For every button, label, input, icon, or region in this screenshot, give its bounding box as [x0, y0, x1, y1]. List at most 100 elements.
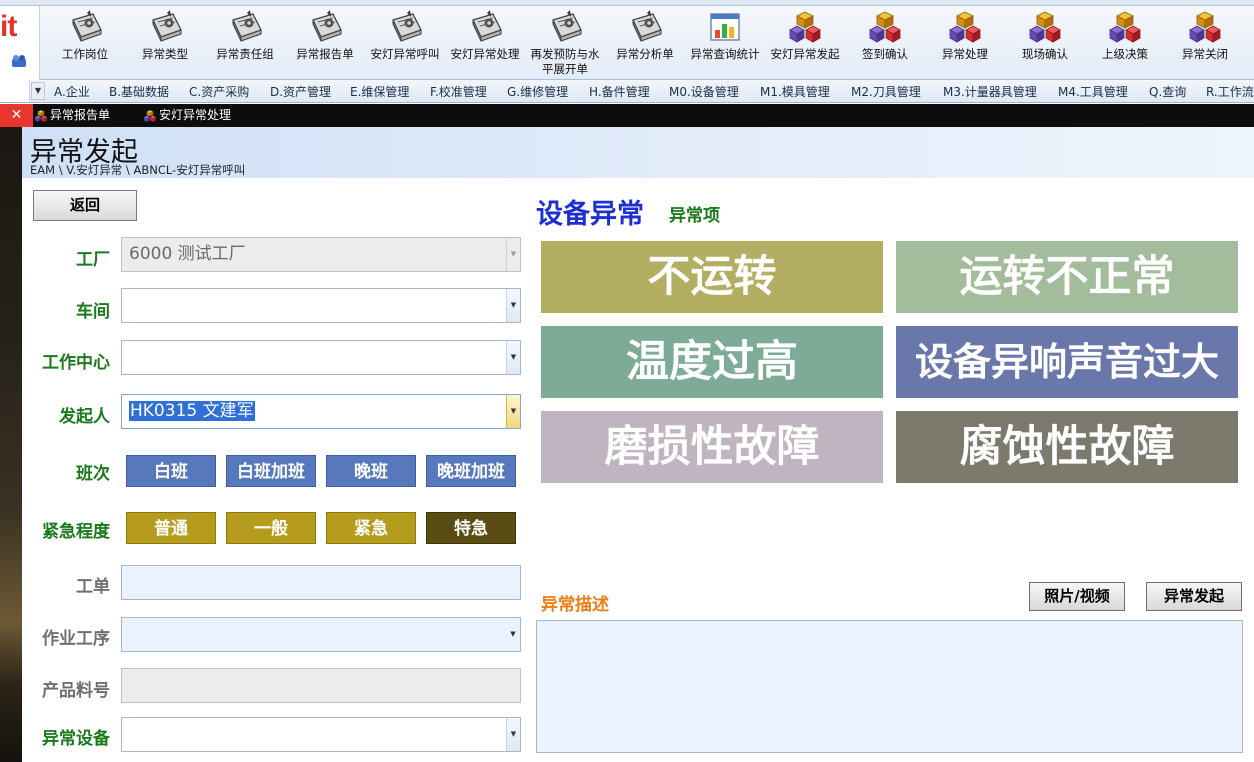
- initiator-select[interactable]: HK0315 文建军 ▼: [121, 394, 521, 429]
- photo-video-button[interactable]: 照片/视频: [1029, 582, 1125, 611]
- ribbon-btn-label: 上级决策: [1102, 47, 1148, 61]
- ribbon-btn-label: 异常处理: [942, 47, 988, 61]
- work-center-select[interactable]: ▼: [121, 340, 521, 375]
- urgency-critical-button[interactable]: 特急: [426, 512, 516, 544]
- ribbon-btn-andon-call[interactable]: 安灯异常呼叫: [365, 6, 445, 80]
- breadcrumb: EAM \ V.安灯异常 \ ABNCL-安灯异常呼叫: [30, 163, 246, 177]
- operation-label: 作业工序: [42, 629, 110, 649]
- anomaly-tile-corrosion-failure[interactable]: 腐蚀性故障: [896, 411, 1238, 483]
- anomaly-tile-overheating[interactable]: 温度过高: [541, 326, 883, 398]
- ribbon-btn-onsite-confirm[interactable]: 现场确认: [1005, 6, 1085, 80]
- menu-item-cutting-tools[interactable]: M2.刀具管理: [851, 83, 921, 100]
- shift-day-overtime-button[interactable]: 白班加班: [226, 455, 316, 487]
- equipment-label: 异常设备: [42, 729, 110, 749]
- work-order-field[interactable]: [121, 565, 521, 600]
- app-menu-icon[interactable]: [11, 54, 27, 68]
- menu-item-maintenance[interactable]: E.维保管理: [350, 83, 409, 100]
- cubes-icon: [789, 11, 821, 43]
- document-tab-bar: ✕ 异常报告单 安灯异常处理: [0, 104, 1254, 127]
- ribbon-btn-sign-in-confirm[interactable]: 签到确认: [845, 6, 925, 80]
- factory-select[interactable]: 6000 测试工厂 ▼: [121, 237, 521, 272]
- gear-document-icon: [312, 10, 342, 42]
- chevron-down-icon[interactable]: ▼: [506, 238, 520, 271]
- ribbon-btn-anomaly-type[interactable]: 异常类型: [125, 6, 205, 80]
- app-logo: it: [0, 6, 40, 80]
- ribbon-btn-anomaly-statistics[interactable]: 异常查询统计: [685, 6, 765, 80]
- menu-item-tools[interactable]: M4.工具管理: [1058, 83, 1128, 100]
- description-label: 异常描述: [541, 595, 609, 615]
- ribbon-btn-anomaly-close[interactable]: 异常关闭: [1165, 6, 1245, 80]
- ribbon-btn-label: 异常查询统计: [690, 47, 760, 61]
- chevron-down-icon[interactable]: ▼: [506, 289, 520, 322]
- urgency-urgent-button[interactable]: 紧急: [326, 512, 416, 544]
- menu-left-blank: [0, 80, 30, 102]
- shift-night-overtime-button[interactable]: 晚班加班: [426, 455, 516, 487]
- chevron-down-icon[interactable]: ▼: [506, 718, 520, 751]
- chevron-down-icon[interactable]: ▼: [506, 395, 520, 428]
- menu-item-measuring-instruments[interactable]: M3.计量器具管理: [943, 83, 1037, 100]
- anomaly-tile-abnormal-noise[interactable]: 设备异响声音过大: [896, 326, 1238, 398]
- product-no-field[interactable]: [121, 668, 521, 703]
- shift-day-button[interactable]: 白班: [126, 455, 216, 487]
- chevron-down-icon[interactable]: ▼: [506, 618, 520, 651]
- chevron-down-icon[interactable]: ▼: [506, 341, 520, 374]
- ribbon-btn-anomaly-analysis[interactable]: 异常分析单: [605, 6, 685, 80]
- background-strip: [0, 127, 22, 762]
- cubes-icon: [144, 109, 156, 122]
- gear-document-icon: [392, 10, 422, 42]
- gear-document-icon: [72, 10, 102, 42]
- tab-label: 异常报告单: [50, 108, 111, 122]
- anomaly-tile-wear-failure[interactable]: 磨损性故障: [541, 411, 883, 483]
- workshop-select[interactable]: ▼: [121, 288, 521, 323]
- shift-night-button[interactable]: 晚班: [326, 455, 416, 487]
- urgency-normal-button[interactable]: 普通: [126, 512, 216, 544]
- ribbon-btn-responsibility-group[interactable]: 异常责任组: [205, 6, 285, 80]
- logo-mark: it: [0, 10, 17, 43]
- menu-item-equipment[interactable]: M0.设备管理: [669, 83, 739, 100]
- ribbon-btn-label: 工作岗位: [62, 47, 108, 61]
- menu-item-asset-purchase[interactable]: C.资产采购: [189, 83, 249, 100]
- equipment-select[interactable]: ▼: [121, 717, 521, 752]
- ribbon-btn-work-post[interactable]: 工作岗位: [45, 6, 125, 80]
- menu-item-basic-data[interactable]: B.基础数据: [109, 83, 169, 100]
- cubes-icon: [35, 109, 47, 122]
- ribbon-btn-andon-initiate[interactable]: 安灯异常发起: [765, 6, 845, 80]
- chart-icon: [710, 13, 740, 41]
- factory-value: 6000 测试工厂: [129, 244, 246, 264]
- anomaly-tile-abnormal-running[interactable]: 运转不正常: [896, 241, 1238, 313]
- cubes-icon: [1029, 11, 1061, 43]
- initiate-anomaly-button[interactable]: 异常发起: [1146, 582, 1242, 611]
- ribbon-btn-label: 异常关闭: [1182, 47, 1228, 61]
- work-order-label: 工单: [76, 577, 110, 597]
- menu-item-molds[interactable]: M1.模具管理: [760, 83, 830, 100]
- tab-anomaly-report[interactable]: 异常报告单: [34, 104, 110, 127]
- menu-item-query[interactable]: Q.查询: [1149, 83, 1186, 100]
- menu-item-spare-parts[interactable]: H.备件管理: [589, 83, 650, 100]
- ribbon-btn-recurrence-prevention[interactable]: 再发预防与水平展开单: [525, 6, 605, 80]
- ribbon-btn-anomaly-report[interactable]: 异常报告单: [285, 6, 365, 80]
- tab-label: 安灯异常处理: [159, 108, 232, 122]
- menu-item-workflow[interactable]: R.工作流: [1206, 83, 1254, 100]
- operation-select[interactable]: ▼: [121, 617, 521, 652]
- menu-dropdown-arrow-icon[interactable]: ▼: [31, 82, 45, 100]
- menu-item-repair[interactable]: G.维修管理: [507, 83, 568, 100]
- work-center-label: 工作中心: [42, 353, 110, 373]
- close-tab-icon[interactable]: ✕: [0, 104, 33, 127]
- ribbon-btn-superior-decision[interactable]: 上级决策: [1085, 6, 1165, 80]
- factory-label: 工厂: [76, 250, 110, 270]
- description-textarea[interactable]: [536, 620, 1243, 753]
- shift-label: 班次: [76, 464, 110, 484]
- anomaly-tile-not-running[interactable]: 不运转: [541, 241, 883, 313]
- cubes-icon: [869, 11, 901, 43]
- urgency-general-button[interactable]: 一般: [226, 512, 316, 544]
- menu-item-enterprise[interactable]: A.企业: [54, 83, 90, 100]
- tab-andon-handling[interactable]: 安灯异常处理: [143, 104, 231, 127]
- back-button[interactable]: 返回: [33, 190, 137, 221]
- ribbon-btn-anomaly-handling[interactable]: 异常处理: [925, 6, 1005, 80]
- gear-document-icon: [552, 10, 582, 42]
- ribbon-btn-andon-handling[interactable]: 安灯异常处理: [445, 6, 525, 80]
- menu-item-calibration[interactable]: F.校准管理: [430, 83, 487, 100]
- anomaly-section-subtitle: 异常项: [669, 206, 720, 226]
- ribbon-btn-label: 异常报告单: [296, 47, 354, 61]
- menu-item-asset-management[interactable]: D.资产管理: [270, 83, 331, 100]
